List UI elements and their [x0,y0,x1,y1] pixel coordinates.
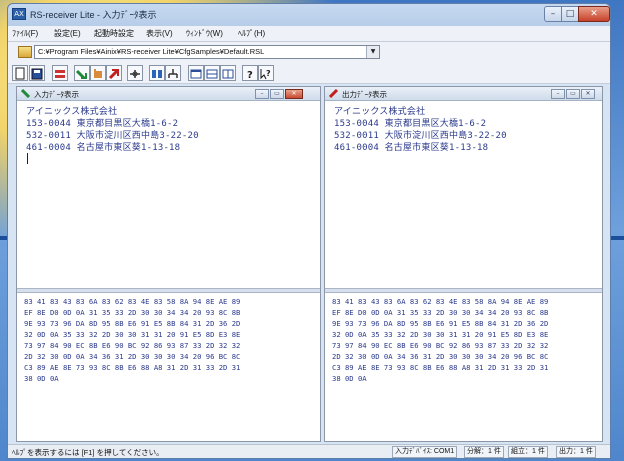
input-pane-titlebar[interactable]: 入力ﾃﾞｰﾀ表示 – ▭ ✕ [17,87,320,101]
minimize-button[interactable]: – [544,6,562,22]
output-data-pane: 出力ﾃﾞｰﾀ表示 – ▭ ✕ アイニックス株式会社 153-0044 東京都目黒… [324,86,603,442]
input-pane-restore-button[interactable]: ▭ [270,89,284,99]
output-rule-button[interactable] [165,65,181,81]
output-hex-line: 2D 32 30 0D 0A 34 36 31 2D 30 30 30 34 2… [332,352,549,361]
arrow-right-icon [75,69,87,80]
close-icon: ✕ [590,9,598,19]
new-file-button[interactable] [12,65,28,81]
context-help-button[interactable]: ? [258,65,274,81]
input-data-pane: 入力ﾃﾞｰﾀ表示 – ▭ ✕ アイニックス株式会社 153-0044 東京都目黒… [16,86,321,442]
save-icon [31,68,43,80]
window-tile-vertical-icon [222,69,234,79]
output-text-line: 461-0004 名古屋市東区葵1-13-18 [334,143,489,153]
app-icon[interactable]: AX [12,8,26,20]
new-file-icon [15,67,25,80]
input-hex-line: 2D 32 30 0D 0A 34 36 31 2D 30 30 30 34 2… [24,352,241,361]
question-mark-icon: ? [247,70,253,81]
tree-icon [168,69,178,78]
status-hint: ﾍﾙﾌﾟを表示するには [F1] を押してください。 [12,448,164,457]
status-assemble-count: 組立：1 件 [508,446,548,458]
input-pane-close-button[interactable]: ✕ [285,89,303,99]
input-pane-splitter[interactable] [17,288,320,293]
input-hex-line: 38 0D 0A [24,374,59,383]
layout-tile-vertical-button[interactable] [220,65,236,81]
output-hex-line: 38 0D 0A [332,374,367,383]
toolbar: ? ? [8,62,610,84]
menu-file[interactable]: ﾌｧｲﾙ(F) [12,28,38,39]
status-split-count: 分解：1 件 [464,446,504,458]
port-icon [55,70,65,78]
output-pane-title: 出力ﾃﾞｰﾀ表示 [342,90,387,99]
output-hex-view[interactable]: 83 41 83 43 83 6A 83 62 83 4E 83 58 8A 9… [326,294,601,441]
window-title: RS-receiver Lite - 入力ﾃﾞｰﾀ表示 [30,10,157,20]
svg-text:?: ? [266,69,271,78]
output-pane-restore-button[interactable]: ▭ [566,89,580,99]
maximize-icon: □ [565,9,575,19]
menu-help[interactable]: ﾍﾙﾌﾟ(H) [238,28,265,39]
help-pointer-icon: ? [260,69,271,80]
settings-file-combo[interactable]: C:¥Program Files¥Ainix¥RS-receiver Lite¥… [34,45,380,59]
input-text-view[interactable]: アイニックス株式会社 153-0044 東京都目黒区大橋1-6-2 532-00… [18,102,319,288]
keyboard-output-button[interactable] [90,65,106,81]
input-hex-line: 9E 93 73 96 DA 8D 95 8B E6 91 E5 8B 84 3… [24,319,241,328]
output-hex-line: 83 41 83 43 83 6A 83 62 83 4E 83 58 8A 9… [332,297,549,306]
input-hex-line: C3 89 AE 8E 73 93 8C 8B E6 88 A8 31 2D 3… [24,363,241,372]
output-text-view[interactable]: アイニックス株式会社 153-0044 東京都目黒区大橋1-6-2 532-00… [326,102,601,288]
output-hex-line: C3 89 AE 8E 73 93 8C 8B E6 88 A8 31 2D 3… [332,363,549,372]
receive-start-button[interactable] [74,65,90,81]
output-hex-line: 73 97 84 90 EC 8B E6 90 BC 92 86 93 87 3… [332,341,549,350]
menu-startup-settings[interactable]: 起動時設定 [94,28,134,39]
split-icon [130,70,140,78]
window-tile-horizontal-icon [206,69,218,79]
input-text-line: 461-0004 名古屋市東区葵1-13-18 [26,143,181,153]
hand-icon [94,69,102,78]
input-arrow-icon [21,89,31,98]
layout-cascade-button[interactable] [188,65,204,81]
svg-text:?: ? [247,70,253,81]
output-arrow-icon [329,89,339,98]
status-output-count: 出力：1 件 [556,446,596,458]
output-hex-line: 9E 93 73 96 DA 8D 95 8B E6 91 E5 8B 84 3… [332,319,549,328]
split-rule-button[interactable] [127,65,143,81]
app-window: AX RS-receiver Lite - 入力ﾃﾞｰﾀ表示 – □ ✕ ﾌｧｲ… [7,3,611,459]
output-pane-titlebar[interactable]: 出力ﾃﾞｰﾀ表示 – ▭ ✕ [325,87,602,101]
input-pane-title: 入力ﾃﾞｰﾀ表示 [34,90,79,99]
settings-file-row: C:¥Program Files¥Ainix¥RS-receiver Lite¥… [8,42,610,62]
port-settings-button[interactable] [52,65,68,81]
status-bar: ﾍﾙﾌﾟを表示するには [F1] を押してください。 入力ﾃﾞﾊﾞｲｽ: COM… [8,444,610,458]
maximize-button[interactable]: □ [561,6,579,22]
menu-settings[interactable]: 設定(E) [54,28,81,39]
save-button[interactable] [29,65,45,81]
layout-tile-horizontal-button[interactable] [204,65,220,81]
input-hex-line: 83 41 83 43 83 6A 83 62 83 4E 83 58 8A 9… [24,297,241,306]
close-button[interactable]: ✕ [578,6,610,22]
input-hex-line: 32 0D 0A 35 33 32 2D 30 30 31 31 20 91 E… [24,330,241,339]
menu-bar: ﾌｧｲﾙ(F) 設定(E) 起動時設定 表示(V) ｳｨﾝﾄﾞｳ(W) ﾍﾙﾌﾟ… [8,26,610,42]
output-pane-minimize-button[interactable]: – [551,89,565,99]
arrow-up-right-icon [108,69,119,80]
text-caret [27,153,28,164]
open-folder-icon[interactable] [18,46,32,58]
output-hex-line: EF 8E D0 0D 0A 31 35 33 2D 30 30 34 34 2… [332,308,549,317]
input-hex-line: 73 97 84 90 EC 8B E6 90 BC 92 86 93 87 3… [24,341,241,350]
status-input-device: 入力ﾃﾞﾊﾞｲｽ: COM1 [392,446,458,458]
output-start-button[interactable] [106,65,122,81]
chevron-down-icon[interactable]: ▼ [366,46,379,58]
output-pane-close-button[interactable]: ✕ [581,89,595,99]
input-hex-view[interactable]: 83 41 83 43 83 6A 83 62 83 4E 83 58 8A 9… [18,294,319,441]
assemble-icon [152,70,162,78]
input-hex-line: EF 8E D0 0D 0A 31 35 33 2D 30 30 34 34 2… [24,308,241,317]
menu-view[interactable]: 表示(V) [146,28,173,39]
window-cascade-icon [190,69,202,79]
about-button[interactable]: ? [242,65,258,81]
assemble-rule-button[interactable] [149,65,165,81]
output-pane-splitter[interactable] [325,288,602,293]
minimize-icon: – [550,9,556,19]
menu-window[interactable]: ｳｨﾝﾄﾞｳ(W) [186,28,223,39]
settings-file-path: C:¥Program Files¥Ainix¥RS-receiver Lite¥… [38,47,265,56]
title-bar[interactable]: AX RS-receiver Lite - 入力ﾃﾞｰﾀ表示 – □ ✕ [8,4,610,26]
output-hex-line: 32 0D 0A 35 33 32 2D 30 30 31 31 20 91 E… [332,330,549,339]
input-pane-minimize-button[interactable]: – [255,89,269,99]
